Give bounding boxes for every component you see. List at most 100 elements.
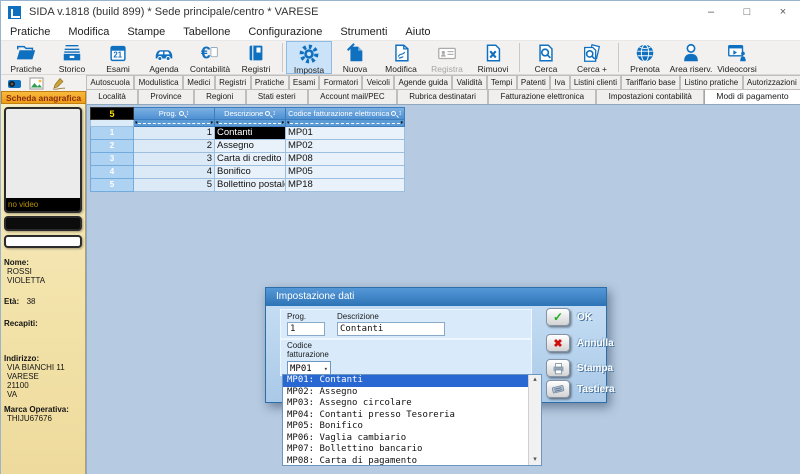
dialog-title[interactable]: Impostazione dati xyxy=(266,288,606,306)
tastiera-button[interactable]: Tastiera xyxy=(546,380,615,398)
row-header[interactable]: 4 xyxy=(90,166,134,179)
toolbar-cerca[interactable]: Cerca xyxy=(523,41,569,74)
cell-descrizione[interactable]: Assegno xyxy=(215,140,286,153)
menu-configurazione[interactable]: Configurazione xyxy=(239,26,331,38)
tab-fatturazione-elettronica[interactable]: Fatturazione elettronica xyxy=(488,89,596,104)
toolbar-modifica[interactable]: Modifica xyxy=(378,41,424,74)
tab-localita[interactable]: Località xyxy=(86,89,138,104)
sort-icon[interactable]: ↕ xyxy=(272,110,276,117)
filter-cell[interactable] xyxy=(90,120,134,127)
cell-codice[interactable]: MP01 xyxy=(286,127,405,140)
toolbar-contabilita[interactable]: € Contabilità xyxy=(187,41,233,74)
filter-cell[interactable]: ▾▾ xyxy=(134,120,215,127)
close-button[interactable]: × xyxy=(765,1,800,23)
camera-icon[interactable] xyxy=(6,77,22,90)
menu-aiuto[interactable]: Aiuto xyxy=(396,26,439,38)
column-header-codice[interactable]: Codice fatturazione elettronica ↕ xyxy=(286,107,405,120)
row-header[interactable]: 5 xyxy=(90,179,134,192)
stampa-button[interactable]: Stampa xyxy=(546,359,613,377)
dropdown-item[interactable]: MP06: Vaglia cambiario xyxy=(283,433,528,445)
toolbar-pratiche[interactable]: Pratiche xyxy=(3,41,49,74)
minimize-button[interactable]: – xyxy=(693,1,729,23)
toolbar-videocorsi[interactable]: Videocorsi xyxy=(714,41,760,74)
row-header[interactable]: 1 xyxy=(90,127,134,140)
tab-stati-esteri[interactable]: Stati esteri xyxy=(246,89,308,104)
tab-veicoli[interactable]: Veicoli xyxy=(362,75,394,89)
tab-tariffario-base[interactable]: Tariffario base xyxy=(621,75,680,89)
tab-esami[interactable]: Esami xyxy=(289,75,320,89)
cell-codice[interactable]: MP08 xyxy=(286,153,405,166)
tab-account-mail-pec[interactable]: Account mail/PEC xyxy=(308,89,397,104)
tab-validita[interactable]: Validità xyxy=(452,75,486,89)
tab-regioni[interactable]: Regioni xyxy=(194,89,246,104)
filter-cell[interactable]: ▾▾ xyxy=(215,120,286,127)
dropdown-item[interactable]: MP07: Bollettino bancario xyxy=(283,444,528,456)
dropdown-item[interactable]: MP08: Carta di pagamento xyxy=(283,456,528,466)
tab-rubrica-destinatari[interactable]: Rubrica destinatari xyxy=(397,89,488,104)
menu-pratiche[interactable]: Pratiche xyxy=(1,26,59,38)
prog-field[interactable] xyxy=(287,322,325,336)
toolbar-cerca-piu[interactable]: Cerca + xyxy=(569,41,615,74)
dropdown-item[interactable]: MP05: Bonifico xyxy=(283,421,528,433)
signature-icon[interactable] xyxy=(50,77,66,90)
cell-codice[interactable]: MP18 xyxy=(286,179,405,192)
ok-button[interactable]: ✓ OK xyxy=(546,308,592,326)
toolbar-storico[interactable]: Storico xyxy=(49,41,95,74)
menu-stampe[interactable]: Stampe xyxy=(118,26,174,38)
tab-autoscuola[interactable]: Autoscuola xyxy=(86,75,134,89)
tab-listini-clienti[interactable]: Listini clienti xyxy=(570,75,622,89)
dropdown-item[interactable]: MP03: Assegno circolare xyxy=(283,398,528,410)
maximize-button[interactable]: □ xyxy=(729,1,765,23)
tab-pratiche[interactable]: Pratiche xyxy=(251,75,289,89)
cell-codice[interactable]: MP02 xyxy=(286,140,405,153)
toolbar-prenota[interactable]: Prenota xyxy=(622,41,668,74)
search-icon[interactable] xyxy=(265,111,270,116)
tab-province[interactable]: Province xyxy=(138,89,194,104)
tab-modulistica[interactable]: Modulistica xyxy=(134,75,183,89)
cell-prog[interactable]: 3 xyxy=(134,153,215,166)
descrizione-field[interactable] xyxy=(337,322,445,336)
tab-patenti[interactable]: Patenti xyxy=(517,75,551,89)
sort-icon[interactable]: ↕ xyxy=(398,110,402,117)
menu-modifica[interactable]: Modifica xyxy=(59,26,118,38)
cell-prog[interactable]: 1 xyxy=(134,127,215,140)
scroll-down-icon[interactable]: ▾ xyxy=(533,455,537,465)
annulla-button[interactable]: ✖ Annulla xyxy=(546,334,614,352)
table-filter-row[interactable]: ▾▾ ▾▾ ▾▾ xyxy=(90,120,405,127)
dropdown-scrollbar[interactable]: ▴ ▾ xyxy=(528,375,541,465)
toolbar-rimuovi[interactable]: Rimuovi xyxy=(470,41,516,74)
dropdown-item-selected[interactable]: MP01: Contanti xyxy=(283,375,528,387)
cell-codice[interactable]: MP05 xyxy=(286,166,405,179)
menu-tabellone[interactable]: Tabellone xyxy=(174,26,239,38)
toolbar-registri[interactable]: Registri xyxy=(233,41,279,74)
search-icon[interactable] xyxy=(179,111,184,116)
column-header-prog[interactable]: Prog. ↕ xyxy=(134,107,215,120)
tab-registri[interactable]: Registri xyxy=(215,75,251,89)
toolbar-agenda[interactable]: Agenda xyxy=(141,41,187,74)
row-header[interactable]: 3 xyxy=(90,153,134,166)
cell-descrizione[interactable]: Bonifico xyxy=(215,166,286,179)
cell-descrizione[interactable]: Bollettino postale xyxy=(215,179,286,192)
tab-modi-di-pagamento[interactable]: Modi di pagamento xyxy=(704,89,800,104)
row-header[interactable]: 2 xyxy=(90,140,134,153)
toolbar-esami[interactable]: 21 Esami xyxy=(95,41,141,74)
tab-tempi[interactable]: Tempi xyxy=(487,75,517,89)
column-header-descrizione[interactable]: Descrizione ↕ xyxy=(215,107,286,120)
tab-agende-guida[interactable]: Agende guida xyxy=(394,75,452,89)
tab-formatori[interactable]: Formatori xyxy=(319,75,362,89)
cell-prog[interactable]: 4 xyxy=(134,166,215,179)
tab-medici[interactable]: Medici xyxy=(183,75,215,89)
cell-descrizione-selected[interactable]: Contanti xyxy=(215,127,286,140)
cell-prog[interactable]: 5 xyxy=(134,179,215,192)
dropdown-item[interactable]: MP04: Contanti presso Tesoreria xyxy=(283,410,528,422)
menu-strumenti[interactable]: Strumenti xyxy=(331,26,396,38)
toolbar-nuova[interactable]: Nuova xyxy=(332,41,378,74)
filter-cell[interactable]: ▾▾ xyxy=(286,120,405,127)
tab-listino-pratiche[interactable]: Listino pratiche xyxy=(680,75,742,89)
scroll-up-icon[interactable]: ▴ xyxy=(533,375,537,385)
tab-impostazioni-contabilita[interactable]: Impostazioni contabilità xyxy=(596,89,704,104)
tab-iva[interactable]: Iva xyxy=(550,75,569,89)
tab-autorizzazioni[interactable]: Autorizzazioni xyxy=(743,75,800,89)
cell-prog[interactable]: 2 xyxy=(134,140,215,153)
cell-descrizione[interactable]: Carta di credito xyxy=(215,153,286,166)
